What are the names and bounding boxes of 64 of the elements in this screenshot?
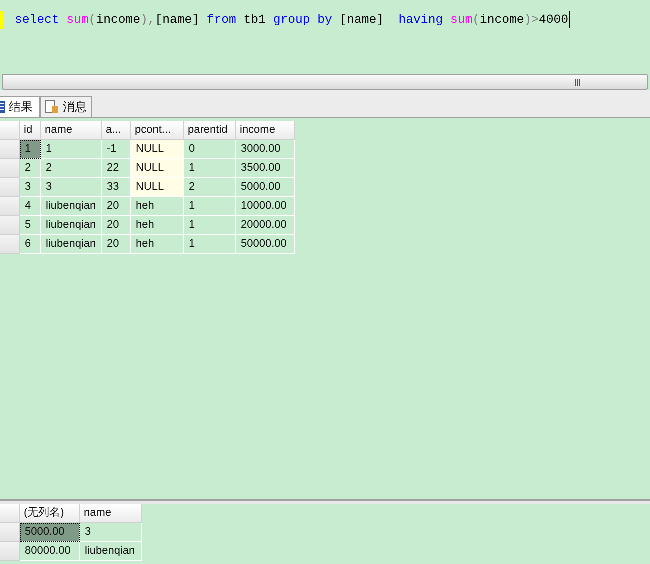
table-cell: liubenqian <box>41 235 102 254</box>
table-cell: 2 <box>184 178 236 197</box>
table-cell: 3500.00 <box>236 159 295 178</box>
table-cell: 3 <box>80 523 142 542</box>
table-cell: 4 <box>20 197 41 216</box>
row-header[interactable] <box>0 216 20 235</box>
table-cell: 1 <box>20 140 41 159</box>
column-header[interactable]: pcont... <box>131 121 184 140</box>
table-cell: heh <box>131 197 184 216</box>
row-header[interactable] <box>0 159 20 178</box>
column-header[interactable]: name <box>80 504 142 523</box>
column-header[interactable]: (无列名) <box>20 504 80 523</box>
table-cell: 6 <box>20 235 41 254</box>
table-cell: liubenqian <box>80 542 142 561</box>
row-header <box>0 121 20 140</box>
table-cell: 50000.00 <box>236 235 295 254</box>
table-cell: 1 <box>184 197 236 216</box>
table-cell: 1 <box>41 140 102 159</box>
table-cell: liubenqian <box>41 216 102 235</box>
sql-query[interactable]: select sum(income),[name] from tb1 group by [name] having sum(income)>4000 <box>3 11 570 29</box>
table-cell: 1 <box>184 216 236 235</box>
table-cell: 1 <box>184 235 236 254</box>
row-header[interactable] <box>0 235 20 254</box>
row-header[interactable] <box>0 178 20 197</box>
document-icon <box>45 100 59 114</box>
table-cell: 22 <box>102 159 131 178</box>
column-header[interactable]: id <box>20 121 41 140</box>
table-cell: 20 <box>102 197 131 216</box>
column-header[interactable]: income <box>236 121 295 140</box>
horizontal-scrollbar[interactable] <box>2 74 648 90</box>
table-cell: 5 <box>20 216 41 235</box>
grip-icon <box>575 78 581 86</box>
table-cell: 80000.00 <box>20 542 80 561</box>
table-cell: 10000.00 <box>236 197 295 216</box>
table-cell: NULL <box>131 140 184 159</box>
table-cell: -1 <box>102 140 131 159</box>
row-header[interactable] <box>0 523 20 542</box>
table-cell: 20 <box>102 216 131 235</box>
table-cell: 20000.00 <box>236 216 295 235</box>
column-header[interactable]: name <box>41 121 102 140</box>
table-cell: NULL <box>131 159 184 178</box>
table-cell: NULL <box>131 178 184 197</box>
table-cell: heh <box>131 235 184 254</box>
row-header[interactable] <box>0 140 20 159</box>
table-cell: 5000.00 <box>20 523 80 542</box>
table-cell: 3 <box>20 178 41 197</box>
column-header[interactable]: parentid <box>184 121 236 140</box>
row-header[interactable] <box>0 197 20 216</box>
table-cell: 5000.00 <box>236 178 295 197</box>
table-cell: heh <box>131 216 184 235</box>
tab[interactable]: 消息 <box>40 96 92 117</box>
table-cell: 2 <box>20 159 41 178</box>
row-header[interactable] <box>0 542 20 561</box>
table-cell: 3000.00 <box>236 140 295 159</box>
tab[interactable]: 结果 <box>0 96 40 117</box>
table-cell: 20 <box>102 235 131 254</box>
table-cell: 1 <box>184 159 236 178</box>
table-cell: 33 <box>102 178 131 197</box>
table-cell: 2 <box>41 159 102 178</box>
table-cell: 3 <box>41 178 102 197</box>
row-header <box>0 504 20 523</box>
table-cell: 0 <box>184 140 236 159</box>
table-cell: liubenqian <box>41 197 102 216</box>
column-header[interactable]: a... <box>102 121 131 140</box>
